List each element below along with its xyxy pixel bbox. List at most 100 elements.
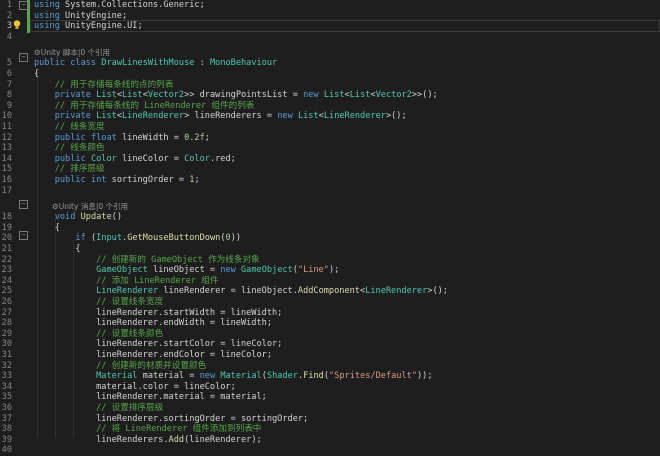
code-line[interactable]: 14 public Color lineColor = Color.red; [0, 154, 660, 165]
code-text: // 设置线条颜色 [34, 329, 163, 340]
code-line[interactable]: 5 public class DrawLinesWithMouse : MonoB… [0, 58, 660, 69]
line-number: 32 [1, 360, 12, 371]
codelens-text[interactable]: ⚙Unity 消息|0 个引用 [52, 202, 128, 211]
line-number: 38 [1, 424, 12, 435]
code-line[interactable]: 27 lineRenderer.startWidth = lineWidth; [0, 308, 660, 319]
code-line[interactable]: 38 // 将 LineRenderer 组件添加到列表中 [0, 424, 660, 435]
code-line[interactable]: 24 // 添加 LineRenderer 组件 [0, 276, 660, 287]
code-line[interactable]: 6{ [0, 69, 660, 80]
code-text: lineRenderer.material = material; [34, 392, 267, 403]
code-line[interactable]: 11 // 线条宽度 [0, 122, 660, 133]
code-line[interactable]: 22 // 创建新的 GameObject 作为线条对象 [0, 255, 660, 266]
code-token: private [54, 111, 91, 122]
code-text: lineRenderers.Add(lineRenderer); [34, 435, 262, 446]
code-line[interactable]: 7 // 用于存储每条线的点的列表 [0, 80, 660, 91]
code-line[interactable]: 40 [0, 445, 660, 456]
code-token: lineWidth = [116, 132, 185, 143]
code-token: lineRenderer.sortingOrder = sortingOrder… [34, 413, 309, 424]
code-line[interactable]: 3 using UnityEngine.UI; [0, 21, 660, 32]
code-line[interactable]: 32 // 创建新的材质并设置颜色 [0, 361, 660, 372]
code-token: MonoBehaviour [209, 58, 278, 69]
line-number: 22 [1, 254, 12, 265]
code-line[interactable]: 21 { [0, 244, 660, 255]
code-text: using UnityEngine.UI; [34, 21, 143, 32]
code-line[interactable]: 30 lineRenderer.startColor = lineColor; [0, 339, 660, 350]
code-line[interactable]: 25 LineRenderer lineRenderer = lineObjec… [0, 286, 660, 297]
code-text: lineRenderer.endColor = lineColor; [34, 350, 272, 361]
line-number: 13 [1, 143, 12, 154]
code-token: float [90, 132, 117, 143]
code-line[interactable]: 39 lineRenderers.Add(lineRenderer); [0, 435, 660, 446]
code-token: // 创建新的材质并设置颜色 [96, 360, 207, 371]
code-line[interactable]: 17 [0, 186, 660, 197]
code-token: void [54, 212, 76, 223]
code-line[interactable]: 33 Material material = new Material(Shad… [0, 371, 660, 382]
code-token: lineObject = [147, 265, 221, 276]
code-line[interactable]: 26 // 设置线条宽度 [0, 297, 660, 308]
code-token: UnityEngine.UI; [59, 21, 143, 32]
code-token: Input [96, 233, 122, 244]
code-line[interactable]: 28 lineRenderer.endWidth = lineWidth; [0, 318, 660, 329]
codelens-row[interactable]: ⚙Unity 脚本|0 个引用 [0, 48, 660, 57]
code-line[interactable]: 29 // 设置线条颜色 [0, 329, 660, 340]
line-number: 33 [1, 371, 12, 382]
code-line[interactable]: 20 if (Input.GetMouseButtonDown(0)) [0, 233, 660, 244]
code-line[interactable]: 16 public int sortingOrder = 1; [0, 175, 660, 186]
code-token: List [96, 90, 117, 101]
code-token: // 线条宽度 [54, 122, 105, 132]
code-token: new [199, 371, 216, 382]
code-line[interactable]: 13 // 线条颜色 [0, 143, 660, 154]
code-token: DrawLinesWithMouse [101, 58, 195, 69]
code-line[interactable]: 23 GameObject lineObject = new GameObjec… [0, 265, 660, 276]
code-token: int [90, 175, 107, 185]
code-line[interactable]: 18 void Update() [0, 212, 660, 223]
codelens-row[interactable]: ⚙Unity 消息|0 个引用 [0, 202, 660, 211]
line-number: 34 [1, 381, 12, 392]
code-token: AddComponent [297, 286, 360, 297]
code-line[interactable]: 10 private List<LineRenderer> lineRender… [0, 111, 660, 122]
code-editor[interactable]: − − − − 1 using System.Collections.Generi… [0, 0, 660, 455]
code-text: // 用于存储每条线的 LineRenderer 组件的列表 [34, 101, 255, 112]
codelens-text[interactable]: ⚙Unity 脚本|0 个引用 [34, 48, 110, 57]
code-token: // 线条颜色 [54, 143, 105, 154]
code-token: >> drawingPointsList = [184, 90, 304, 101]
code-token: // 添加 LineRenderer 组件 [96, 275, 219, 286]
code-token: public [34, 58, 66, 69]
code-line[interactable]: 31 lineRenderer.endColor = lineColor; [0, 350, 660, 361]
code-token: using [34, 21, 60, 32]
code-line[interactable]: 34 material.color = lineColor; [0, 382, 660, 393]
line-number: 21 [1, 244, 12, 254]
code-line[interactable]: 9 // 用于存储每条线的 LineRenderer 组件的列表 [0, 101, 660, 112]
code-line[interactable]: 8 private List<List<Vector2>> drawingPoi… [0, 90, 660, 101]
code-token: ; [204, 132, 210, 143]
code-line[interactable]: 37 lineRenderer.sortingOrder = sortingOr… [0, 414, 660, 425]
line-number: 1 [6, 0, 12, 10]
line-number: 14 [1, 153, 12, 164]
code-line[interactable]: 2 using UnityEngine; [0, 11, 660, 22]
code-line[interactable]: 12 public float lineWidth = 0.2f; [0, 133, 660, 144]
code-token: >(); [385, 111, 407, 122]
code-line[interactable]: 35 lineRenderer.material = material; [0, 392, 660, 403]
code-line[interactable]: 15 // 排序层级 [0, 164, 660, 175]
code-token: 0.2f [184, 132, 205, 143]
code-token: List [297, 111, 319, 122]
line-number: 36 [1, 403, 12, 413]
code-token: GetMouseButtonDown [127, 233, 221, 244]
code-line[interactable]: 1 using System.Collections.Generic; [0, 0, 660, 11]
code-text: public Color lineColor = Color.red; [34, 154, 236, 165]
code-line[interactable]: 36 // 设置排序层级 [0, 403, 660, 414]
line-number: 40 [1, 445, 12, 456]
line-number: 4 [6, 31, 12, 42]
line-number: 16 [1, 175, 12, 185]
code-line[interactable]: 19 { [0, 223, 660, 234]
code-token: >(); [427, 286, 448, 297]
code-line[interactable]: 4 [0, 32, 660, 43]
